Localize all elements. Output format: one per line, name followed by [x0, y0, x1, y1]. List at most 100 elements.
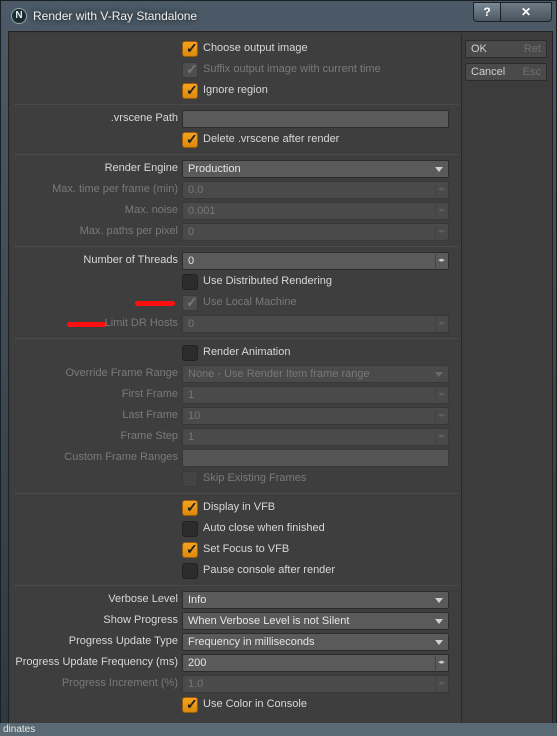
max-noise-input[interactable]: 0.001 ◂▸ — [182, 202, 449, 220]
suffix-output-checkbox[interactable]: ✓ — [182, 61, 198, 78]
show-progress-label: Show Progress — [103, 614, 178, 626]
auto-close-row: Auto close when finished — [11, 519, 462, 540]
set-focus-checkbox[interactable]: ✓ — [182, 541, 198, 558]
divider — [14, 154, 459, 155]
progress-type-label: Progress Update Type — [68, 635, 178, 647]
divider — [14, 246, 459, 247]
spinner-icon[interactable]: ◂▸ — [435, 656, 447, 670]
progress-freq-row: Progress Update Frequency (ms) 200 ◂▸ — [11, 653, 462, 674]
skip-existing-checkbox[interactable] — [182, 471, 198, 487]
ignore-region-checkbox[interactable]: ✓ — [182, 82, 198, 99]
spinner-icon[interactable]: ◂▸ — [435, 430, 447, 444]
display-vfb-label: Display in VFB — [203, 501, 276, 513]
limit-dr-label: Limit DR Hosts — [104, 317, 178, 329]
check-icon: ✓ — [186, 82, 198, 98]
ignore-region-row: ✓ Ignore region — [11, 81, 462, 102]
distributed-row: Use Distributed Rendering — [11, 272, 462, 293]
spinner-icon[interactable]: ◂▸ — [435, 677, 447, 691]
window-title: Render with V-Ray Standalone — [33, 9, 198, 23]
spinner-icon[interactable]: ◂▸ — [435, 254, 447, 268]
max-time-input[interactable]: 0.0 ◂▸ — [182, 181, 449, 199]
progress-freq-input[interactable]: 200 ◂▸ — [182, 654, 449, 672]
ok-button[interactable]: OK Ret — [465, 40, 547, 58]
title-bar[interactable]: N Render with V-Ray Standalone ? ✕ — [1, 1, 557, 31]
frame-step-input[interactable]: 1 ◂▸ — [182, 428, 449, 446]
override-range-dropdown[interactable]: None - Use Render Item frame range — [182, 365, 449, 383]
max-time-row: Max. time per frame (min) 0.0 ◂▸ — [11, 180, 462, 201]
spinner-icon[interactable]: ◂▸ — [435, 388, 447, 402]
first-frame-row: First Frame 1 ◂▸ — [11, 385, 462, 406]
render-animation-checkbox[interactable] — [182, 345, 198, 361]
progress-type-dropdown[interactable]: Frequency in milliseconds — [182, 633, 449, 651]
local-machine-checkbox[interactable]: ✓ — [182, 294, 198, 311]
spinner-icon[interactable]: ◂▸ — [435, 183, 447, 197]
spinner-icon[interactable]: ◂▸ — [435, 317, 447, 331]
delete-vrscene-checkbox[interactable]: ✓ — [182, 131, 198, 148]
spinner-icon[interactable]: ◂▸ — [435, 409, 447, 423]
max-noise-label: Max. noise — [124, 204, 178, 216]
spinner-icon[interactable]: ◂▸ — [435, 204, 447, 218]
red-annotation-mark — [135, 301, 175, 306]
show-progress-dropdown[interactable]: When Verbose Level is not Silent — [182, 612, 449, 630]
cancel-button-label: Cancel — [471, 66, 506, 78]
dialog-client: ✓ Choose output image ✓ Suffix output im… — [8, 31, 553, 724]
app-icon: N — [11, 8, 27, 24]
max-paths-label: Max. paths per pixel — [79, 225, 178, 237]
threads-input[interactable]: 0 ◂▸ — [182, 252, 449, 270]
cancel-shortcut: Esc — [522, 66, 541, 78]
display-vfb-checkbox[interactable]: ✓ — [182, 499, 198, 516]
set-focus-row: ✓ Set Focus to VFB — [11, 540, 462, 561]
use-color-label: Use Color in Console — [203, 698, 307, 710]
check-icon: ✓ — [186, 541, 198, 557]
suffix-output-row: ✓ Suffix output image with current time — [11, 60, 462, 81]
progress-incr-input[interactable]: 1.0 ◂▸ — [182, 675, 449, 693]
distributed-label: Use Distributed Rendering — [203, 275, 333, 287]
choose-output-row: ✓ Choose output image — [11, 39, 462, 60]
use-color-checkbox[interactable]: ✓ — [182, 696, 198, 713]
pause-console-label: Pause console after render — [203, 564, 336, 576]
ok-button-label: OK — [471, 43, 487, 55]
local-machine-label: Use Local Machine — [203, 296, 297, 308]
progress-freq-label: Progress Update Frequency (ms) — [15, 656, 178, 668]
divider — [14, 338, 459, 339]
divider — [14, 585, 459, 586]
check-icon: ✓ — [186, 696, 198, 712]
close-button[interactable]: ✕ — [500, 2, 552, 22]
divider — [14, 104, 459, 105]
verbose-row: Verbose Level Info — [11, 590, 462, 611]
render-animation-label: Render Animation — [203, 346, 291, 358]
pause-console-checkbox[interactable] — [182, 563, 198, 579]
display-vfb-row: ✓ Display in VFB — [11, 498, 462, 519]
render-animation-row: Render Animation — [11, 343, 462, 364]
help-button[interactable]: ? — [473, 2, 501, 22]
cancel-button[interactable]: Cancel Esc — [465, 63, 547, 81]
distributed-checkbox[interactable] — [182, 274, 198, 290]
max-paths-row: Max. paths per pixel 0 ◂▸ — [11, 222, 462, 243]
limit-dr-input[interactable]: 0 ◂▸ — [182, 315, 449, 333]
verbose-dropdown[interactable]: Info — [182, 591, 449, 609]
check-icon: ✓ — [186, 131, 198, 147]
skip-existing-label: Skip Existing Frames — [203, 472, 307, 484]
progress-type-row: Progress Update Type Frequency in millis… — [11, 632, 462, 653]
frame-step-row: Frame Step 1 ◂▸ — [11, 427, 462, 448]
pause-console-row: Pause console after render — [11, 561, 462, 582]
choose-output-checkbox[interactable]: ✓ — [182, 40, 198, 57]
limit-dr-row: Limit DR Hosts 0 ◂▸ — [11, 314, 462, 335]
ignore-region-label: Ignore region — [203, 84, 268, 96]
max-paths-input[interactable]: 0 ◂▸ — [182, 223, 449, 241]
custom-ranges-row: Custom Frame Ranges — [11, 448, 462, 469]
override-range-label: Override Frame Range — [65, 367, 179, 379]
first-frame-input[interactable]: 1 ◂▸ — [182, 386, 449, 404]
auto-close-checkbox[interactable] — [182, 521, 198, 537]
check-icon: ✓ — [186, 40, 198, 56]
vrscene-path-input[interactable] — [182, 110, 449, 128]
render-engine-dropdown[interactable]: Production — [182, 160, 449, 178]
suffix-output-label: Suffix output image with current time — [203, 63, 381, 75]
options-form: ✓ Choose output image ✓ Suffix output im… — [11, 34, 462, 722]
override-range-row: Override Frame Range None - Use Render I… — [11, 364, 462, 385]
spinner-icon[interactable]: ◂▸ — [435, 225, 447, 239]
last-frame-input[interactable]: 10 ◂▸ — [182, 407, 449, 425]
max-time-label: Max. time per frame (min) — [52, 183, 178, 195]
render-engine-label: Render Engine — [104, 162, 178, 174]
custom-ranges-input[interactable] — [182, 449, 449, 467]
